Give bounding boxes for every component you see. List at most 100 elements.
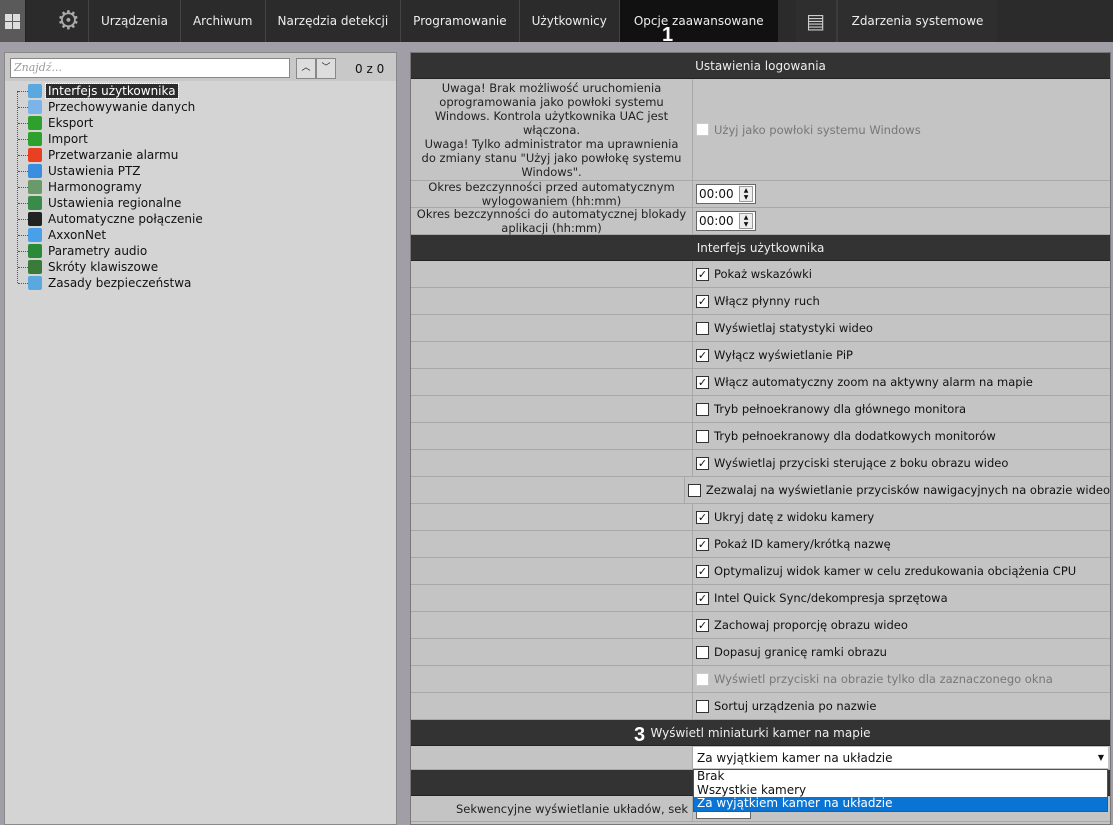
- option-checkbox[interactable]: ✓: [696, 537, 709, 551]
- option-label: Sortuj urządzenia po nazwie: [714, 699, 877, 713]
- option-label: Dopasuj granicę ramki obrazu: [714, 645, 887, 659]
- option-row: ✓ Pokaż ID kamery/krótką nazwę: [411, 531, 1110, 558]
- ptz-icon: [28, 164, 42, 178]
- tree-item-label: Skróty klawiszowe: [48, 260, 159, 274]
- option-checkbox[interactable]: ✓: [696, 456, 709, 470]
- option-checkbox[interactable]: ✓: [696, 618, 709, 632]
- option-label: Zachowaj proporcję obrazu wideo: [714, 618, 908, 632]
- tree-item[interactable]: Przechowywanie danych: [5, 99, 396, 115]
- tree-item[interactable]: Interfejs użytkownika: [5, 83, 396, 99]
- windows-menu-button[interactable]: [0, 0, 25, 42]
- tab-devices[interactable]: Urządzenia: [88, 0, 180, 42]
- option-label: Tryb pełnoekranowy dla dodatkowych monit…: [714, 429, 996, 443]
- tree-item[interactable]: Zasady bezpieczeństwa: [5, 275, 396, 291]
- search-input[interactable]: Znajdź...: [10, 58, 290, 78]
- option-checkbox[interactable]: [696, 672, 709, 686]
- option-checkbox[interactable]: ✓: [696, 267, 709, 281]
- grid-icon: [5, 13, 20, 29]
- tree-item-label: Interfejs użytkownika: [45, 83, 179, 99]
- option-checkbox[interactable]: ✓: [696, 591, 709, 605]
- section-header-login: Ustawienia logowania: [411, 53, 1110, 79]
- tab-system-events[interactable]: Zdarzenia systemowe: [835, 0, 998, 42]
- section-header-map-thumbnails: Wyświetl miniaturki kamer na mapie: [411, 720, 1110, 746]
- search-next-button[interactable]: ﹀: [316, 58, 336, 79]
- map-thumbnails-value: Za wyjątkiem kamer na układzie: [697, 750, 893, 765]
- option-checkbox[interactable]: ✓: [696, 348, 709, 362]
- logout-timeout-input[interactable]: 00:00 ▲ ▼: [696, 184, 756, 204]
- option-checkbox[interactable]: ✓: [696, 564, 709, 578]
- option-label: Wyłącz wyświetlanie PiP: [714, 348, 853, 362]
- option-label: Włącz automatyczny zoom na aktywny alarm…: [714, 375, 1033, 389]
- tree-item-label: AxxonNet: [48, 228, 107, 242]
- tree-item[interactable]: AxxonNet: [5, 227, 396, 243]
- event-log-icon[interactable]: ▤: [795, 0, 836, 42]
- option-row: Zezwalaj na wyświetlanie przycisków nawi…: [411, 477, 1110, 504]
- export-icon: [28, 116, 42, 130]
- option-row: ✓ Ukryj datę z widoku kamery: [411, 504, 1110, 531]
- lock-timeout-input[interactable]: 00:00 ▲ ▼: [696, 211, 756, 231]
- option-checkbox[interactable]: ✓: [696, 510, 709, 524]
- sequence-label: Sekwencyjne wyświetlanie układów, sek: [411, 796, 693, 821]
- option-row: Sortuj urządzenia po nazwie: [411, 693, 1110, 720]
- option-checkbox[interactable]: [696, 699, 709, 713]
- shell-checkbox[interactable]: [696, 123, 709, 136]
- tree-item-label: Harmonogramy: [48, 180, 142, 194]
- security-icon: [28, 276, 42, 290]
- option-checkbox[interactable]: [696, 402, 709, 416]
- tree-item[interactable]: Skróty klawiszowe: [5, 259, 396, 275]
- keyboard-icon: [28, 260, 42, 274]
- option-label: Intel Quick Sync/dekompresja sprzętowa: [714, 591, 948, 605]
- tree-item[interactable]: Automatyczne połączenie: [5, 211, 396, 227]
- annotation-1: 1: [662, 24, 674, 46]
- option-row: Wyświetl przyciski na obrazie tylko dla …: [411, 666, 1110, 693]
- option-row: ✓ Pokaż wskazówki: [411, 261, 1110, 288]
- option-checkbox[interactable]: [687, 483, 701, 497]
- tree-item[interactable]: Parametry audio: [5, 243, 396, 259]
- gear-icon[interactable]: ⚙: [25, 0, 88, 42]
- tree-item[interactable]: Ustawienia PTZ: [5, 163, 396, 179]
- search-prev-button[interactable]: ︿: [296, 58, 316, 79]
- option-row: ✓ Intel Quick Sync/dekompresja sprzętowa: [411, 585, 1110, 612]
- map-thumbnails-select[interactable]: Za wyjątkiem kamer na układzie ▼: [693, 747, 1108, 768]
- tree-item[interactable]: Import: [5, 131, 396, 147]
- chevron-down-icon[interactable]: ▼: [1098, 753, 1104, 762]
- option-label: Tryb pełnoekranowy dla głównego monitora: [714, 402, 967, 416]
- settings-panel: Ustawienia logowania Uwaga! Brak możliwo…: [410, 52, 1111, 825]
- option-label: Pokaż wskazówki: [714, 267, 812, 281]
- logout-timeout-label: Okres bezczynności przed automatycznym w…: [411, 180, 693, 208]
- option-checkbox[interactable]: [696, 429, 709, 443]
- tree-item[interactable]: Harmonogramy: [5, 179, 396, 195]
- dropdown-option[interactable]: Brak: [694, 769, 1107, 784]
- option-row: ✓ Włącz płynny ruch: [411, 288, 1110, 315]
- tree-item[interactable]: Ustawienia regionalne: [5, 195, 396, 211]
- cloud-icon: [28, 228, 42, 242]
- option-checkbox[interactable]: [696, 321, 709, 335]
- option-row: Dopasuj granicę ramki obrazu: [411, 639, 1110, 666]
- tab-programming[interactable]: Programowanie: [400, 0, 518, 42]
- spinner-icon[interactable]: ▲ ▼: [739, 186, 753, 202]
- tab-detection-tools[interactable]: Narzędzia detekcji: [264, 0, 401, 42]
- option-row: Tryb pełnoekranowy dla głównego monitora: [411, 396, 1110, 423]
- option-label: Pokaż ID kamery/krótką nazwę: [714, 537, 891, 551]
- option-checkbox[interactable]: ✓: [696, 375, 709, 389]
- search-counter: 0 z 0: [355, 62, 385, 76]
- tree-item-label: Import: [48, 132, 88, 146]
- dropdown-option[interactable]: Wszystkie kamery: [694, 783, 1107, 798]
- annotation-3: 3: [634, 724, 646, 746]
- option-row: ✓ Wyświetlaj przyciski sterujące z boku o…: [411, 450, 1110, 477]
- option-checkbox[interactable]: ✓: [696, 294, 709, 308]
- uac-warning-text: Uwaga! Brak możliwość uruchomienia oprog…: [411, 79, 693, 180]
- option-label: Zezwalaj na wyświetlanie przycisków nawi…: [705, 483, 1110, 497]
- lock-timeout-value: 00:00: [699, 214, 734, 228]
- dropdown-option-selected[interactable]: Za wyjątkiem kamer na układzie: [694, 796, 1107, 811]
- tab-advanced-options[interactable]: Opcje zaawansowane: [618, 0, 778, 42]
- tree-item[interactable]: Przetwarzanie alarmu: [5, 147, 396, 163]
- tab-users[interactable]: Użytkownicy: [518, 0, 619, 42]
- settings-sidebar: Znajdź... ︿ ﹀ 0 z 0 Interfejs użytkownik…: [4, 52, 397, 825]
- spinner-icon[interactable]: ▲ ▼: [739, 213, 753, 229]
- option-checkbox[interactable]: [696, 645, 709, 659]
- tree-item-label: Eksport: [48, 116, 94, 130]
- tree-item-label: Ustawienia PTZ: [48, 164, 141, 178]
- tree-item[interactable]: Eksport: [5, 115, 396, 131]
- tab-archive[interactable]: Archiwum: [179, 0, 265, 42]
